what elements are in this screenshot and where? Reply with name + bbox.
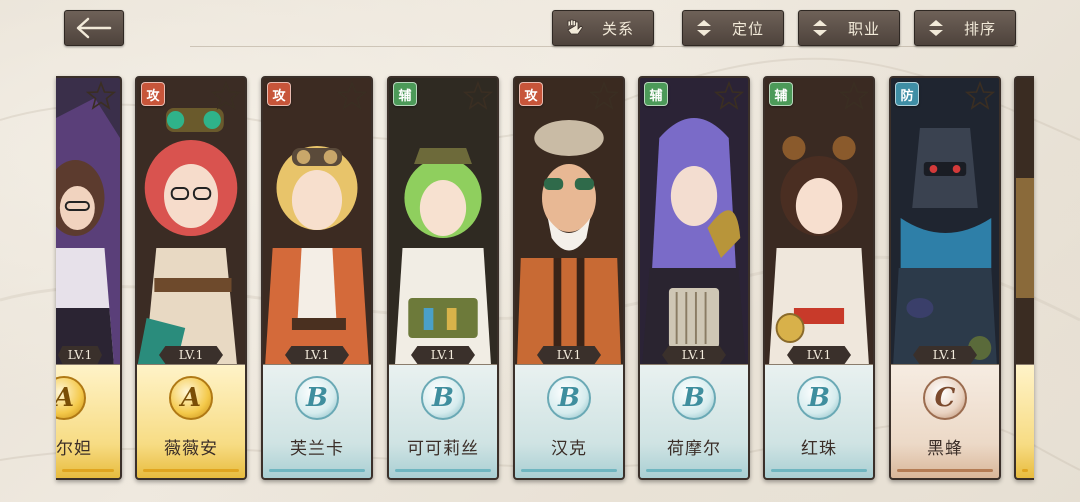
character-card[interactable]: 攻 LV.1 B 汉克 (513, 76, 625, 480)
character-portrait (389, 78, 497, 368)
rank-badge: B (672, 376, 716, 420)
character-portrait (263, 78, 371, 368)
sort-arrows-icon (929, 20, 943, 36)
attack-role-tag: 攻 (141, 82, 165, 106)
level-label: LV.1 (787, 346, 851, 364)
level-label: LV.1 (537, 346, 601, 364)
support-role-tag: 辅 (393, 82, 417, 106)
rank-badge: B (295, 376, 339, 420)
character-name: 薇薇安 (164, 439, 218, 459)
character-portrait (891, 78, 999, 368)
rank-badge: B (547, 376, 591, 420)
level-label: LV.1 (662, 346, 726, 364)
character-portrait (137, 78, 245, 368)
character-card[interactable]: LV.1 A 尔妲 (56, 76, 122, 480)
level-label: LV.1 (411, 346, 475, 364)
character-card[interactable]: 辅 LV.1 B 可可莉丝 (387, 76, 499, 480)
back-button[interactable] (64, 10, 124, 46)
character-card[interactable]: 攻 LV.1 B 芙兰卡 (261, 76, 373, 480)
position-button[interactable]: 定位 (682, 10, 784, 46)
character-portrait (765, 78, 873, 368)
class-button-label: 职业 (847, 19, 880, 38)
star-icon (588, 80, 620, 111)
character-portrait (515, 78, 623, 368)
glove-icon (567, 19, 584, 35)
relation-button-label: 关系 (601, 19, 634, 38)
star-icon (85, 80, 117, 111)
defense-role-tag: 防 (895, 82, 919, 106)
star-icon (210, 80, 242, 111)
character-name: 荷摩尔 (667, 439, 721, 459)
sort-arrows-icon (813, 20, 827, 36)
attack-role-tag: 攻 (519, 82, 543, 106)
character-name: 黑蜂 (927, 439, 963, 459)
rank-badge: A (169, 376, 213, 420)
character-card[interactable]: 攻 LV.1 A 薇薇安 (135, 76, 247, 480)
rank-badge: B (797, 376, 841, 420)
header-divider (190, 46, 1018, 47)
support-role-tag: 辅 (644, 82, 668, 106)
star-icon (462, 80, 494, 111)
level-label: LV.1 (913, 346, 977, 364)
character-card[interactable]: 防 LV.1 C 黑蜂 (889, 76, 1001, 480)
sort-arrows-icon (697, 20, 711, 36)
back-arrow-icon (76, 17, 112, 39)
level-label: LV.1 (285, 346, 349, 364)
star-icon (964, 80, 996, 111)
character-portrait (1016, 78, 1034, 368)
support-role-tag: 辅 (769, 82, 793, 106)
character-card[interactable] (1014, 76, 1034, 480)
character-name: 尔妲 (56, 439, 92, 459)
star-icon (713, 80, 745, 111)
rank-badge: C (923, 376, 967, 420)
star-icon (838, 80, 870, 111)
relation-button[interactable]: 关系 (552, 10, 654, 46)
star-icon (336, 80, 368, 111)
character-card[interactable]: 辅 LV.1 B 红珠 (763, 76, 875, 480)
character-name: 芙兰卡 (290, 439, 344, 459)
sort-button[interactable]: 排序 (914, 10, 1016, 46)
character-card[interactable]: 辅 LV.1 B 荷摩尔 (638, 76, 750, 480)
level-label: LV.1 (159, 346, 223, 364)
attack-role-tag: 攻 (267, 82, 291, 106)
level-label: LV.1 (58, 346, 102, 364)
class-button[interactable]: 职业 (798, 10, 900, 46)
character-name: 红珠 (801, 439, 837, 459)
rank-badge: B (421, 376, 465, 420)
character-portrait (56, 78, 120, 368)
position-button-label: 定位 (731, 19, 764, 38)
character-name: 汉克 (551, 439, 587, 459)
sort-button-label: 排序 (963, 19, 996, 38)
character-name: 可可莉丝 (407, 439, 479, 459)
character-portrait (640, 78, 748, 368)
card-footer (1016, 364, 1034, 478)
